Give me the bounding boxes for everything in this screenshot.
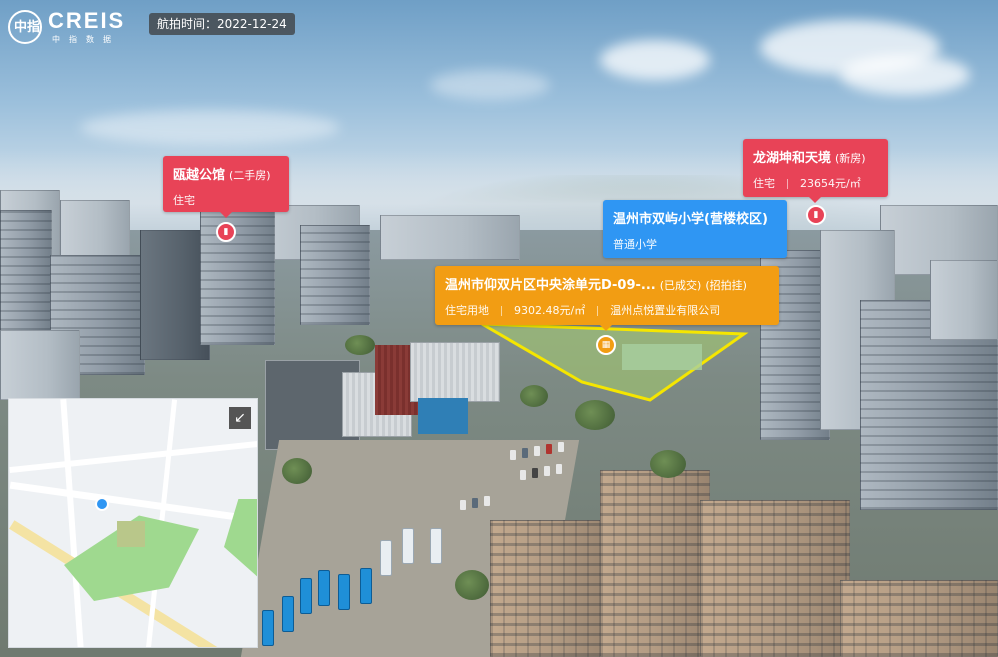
building [380,215,520,260]
parcel-buyer: 温州点悦置业有限公司 [610,304,721,317]
tree [455,570,489,600]
bus [300,578,312,614]
bus [402,528,414,564]
minimap[interactable]: ↙ [8,398,258,648]
property-price: 23654元/㎡ [800,177,861,190]
property-name: 瓯越公馆 [173,168,226,183]
car [520,470,526,480]
building [840,580,998,657]
card-meta: 普通小学 [613,236,777,252]
school-pin-icon[interactable] [95,497,109,511]
logo-mark-text: 中指 [14,20,41,35]
card-pointer [220,212,232,218]
bus [380,540,392,576]
map-road [60,399,84,647]
bus [262,610,274,646]
card-title: 龙湖坤和天境 (新房) [753,147,878,166]
aerial-date-label: 航拍时间：2022-12-24 [149,13,295,35]
card-pointer [809,197,821,203]
card-title: 温州市双屿小学(营楼校区) [613,208,777,227]
car [534,446,540,456]
parcel-name: 温州市仰双片区中央涂单元D-09-... [445,278,656,293]
card-meta: 住宅 [173,192,279,208]
card-school[interactable]: 温州市双屿小学(营楼校区) 普通小学 [603,200,787,258]
car [532,468,538,478]
warehouse-wall [418,398,468,434]
tree [520,385,548,407]
car [510,450,516,460]
building [200,205,275,345]
building [600,470,710,657]
cloud [430,70,550,100]
property-type: 住宅 [173,194,195,207]
school-name: 温州市双屿小学(营楼校区) [613,212,768,227]
map-park [224,499,257,579]
school-type: 普通小学 [613,238,657,251]
card-pointer [600,325,612,331]
cloud [840,55,970,95]
building [0,210,52,340]
car [556,464,562,474]
card-ouyue[interactable]: 瓯越公馆 (二手房) 住宅 [163,156,289,212]
card-longhu[interactable]: 龙湖坤和天境 (新房) 住宅 23654元/㎡ [743,139,888,197]
bus [338,574,350,610]
car [460,500,466,510]
collapse-arrow-icon[interactable]: ↙ [229,407,251,429]
card-meta: 住宅用地 9302.48元/㎡ 温州点悦置业有限公司 [445,302,769,318]
card-land-parcel[interactable]: 温州市仰双片区中央涂单元D-09-... (已成交) (招拍挂) 住宅用地 9302.… [435,266,779,325]
building [60,200,130,260]
map-site [117,521,145,547]
creis-logo: 中指 CREIS 中指数据 [8,8,128,44]
property-name: 龙湖坤和天境 [753,151,832,166]
building [700,500,850,657]
car [472,498,478,508]
land-parcel-icon[interactable]: ▦ [596,335,616,355]
bus [282,596,294,632]
bus [360,568,372,604]
building [300,225,370,325]
tree [650,450,686,478]
property-type: 住宅 [753,177,775,190]
card-meta: 住宅 23654元/㎡ [753,175,878,191]
logo-subtitle: 中指数据 [52,35,120,44]
car [522,448,528,458]
parcel-method: (招拍挂) [705,279,747,292]
building-icon[interactable]: ▮ [216,222,236,242]
parcel-type: 住宅用地 [445,304,489,317]
tree [575,400,615,430]
car [544,466,550,476]
tree [282,458,312,484]
building-icon[interactable]: ▮ [806,205,826,225]
car [546,444,552,454]
property-tag: (二手房) [229,169,271,182]
cloud [80,110,340,145]
parcel-status: (已成交) [659,279,702,292]
bus [430,528,442,564]
tree [345,335,375,355]
separator [501,306,502,316]
map-road [9,440,257,474]
car [484,496,490,506]
building [490,520,610,657]
building [0,330,80,400]
land-site[interactable] [472,322,752,412]
building [930,260,998,340]
card-title: 瓯越公馆 (二手房) [173,164,279,183]
card-title: 温州市仰双片区中央涂单元D-09-... (已成交) (招拍挂) [445,274,769,293]
property-tag: (新房) [835,152,866,165]
map-road [9,481,257,524]
car [558,442,564,452]
separator [597,306,599,316]
logo-text: CREIS [48,8,126,33]
parcel-price: 9302.48元/㎡ [514,304,586,317]
separator [787,179,788,189]
cloud [600,40,710,80]
bus [318,570,330,606]
